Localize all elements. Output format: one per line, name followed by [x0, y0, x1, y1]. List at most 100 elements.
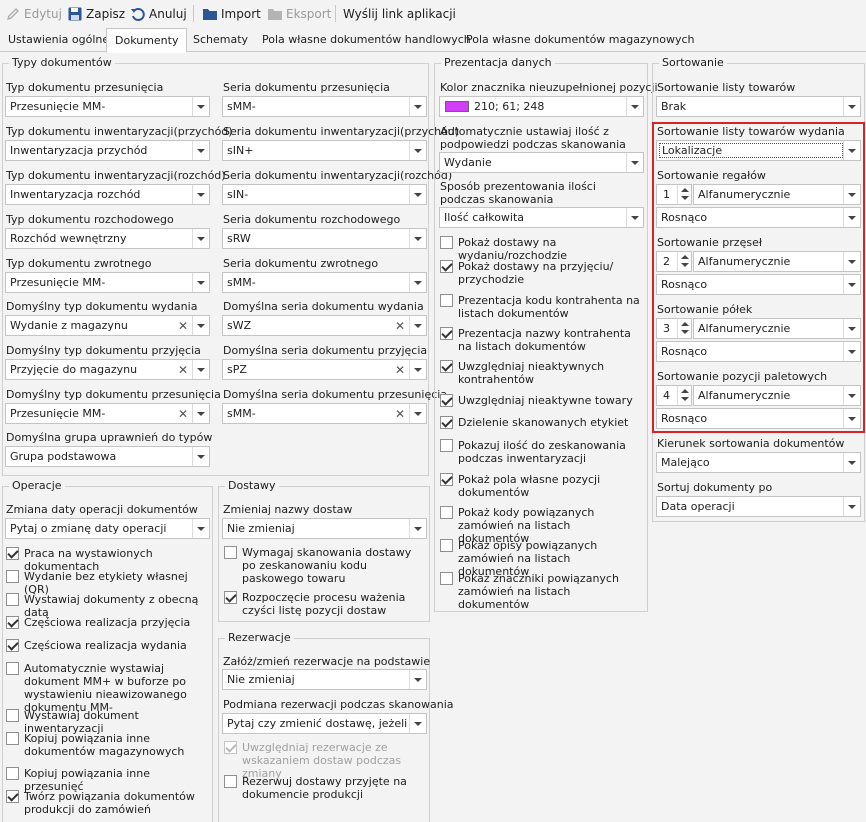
checkbox-checked[interactable] [224, 741, 237, 754]
chevron-down-icon[interactable] [843, 252, 860, 271]
tab-custom-fields-warehouse[interactable]: Pola własne dokumentów magazynowych [458, 30, 703, 52]
out-type-select[interactable]: Rozchód wewnętrzny [5, 228, 210, 249]
chevron-down-icon[interactable] [626, 208, 643, 227]
move-series-select[interactable]: sMM- [222, 96, 427, 117]
checkbox-option[interactable]: Częściowa realizacja przyjęcia [6, 616, 209, 629]
checkbox-unchecked[interactable] [6, 593, 19, 606]
chevron-down-icon[interactable] [626, 97, 643, 116]
chevron-down-icon[interactable] [409, 97, 426, 116]
tab-schemas[interactable]: Schematy [185, 30, 256, 52]
checkbox-unchecked[interactable] [440, 572, 453, 585]
ret-series-select[interactable]: sMM- [222, 272, 427, 293]
save-button[interactable]: Zapisz [67, 4, 125, 24]
checkbox-unchecked[interactable] [440, 506, 453, 519]
checkbox-option[interactable]: Kopiuj powiązania inne dokumentów magazy… [6, 732, 209, 758]
checkbox-option[interactable]: Pokaż dostawy na przyjęciu/ przychodzie [440, 260, 640, 286]
edit-button[interactable]: Edytuj [5, 4, 62, 24]
name-change-select[interactable]: Nie zmieniaj [222, 518, 427, 539]
chevron-down-icon[interactable] [843, 208, 860, 227]
doc-by-select[interactable]: Data operacji [656, 496, 861, 517]
checkbox-checked[interactable] [440, 327, 453, 340]
chevron-down-icon[interactable] [192, 97, 209, 116]
tab-general[interactable]: Ustawienia ogólne [0, 30, 117, 52]
chevron-down-icon[interactable] [409, 316, 426, 335]
inv-out-series-select[interactable]: sIN- [222, 184, 427, 205]
def-move-type-select[interactable]: Przesunięcie MM- ✕ [5, 403, 210, 424]
spin-arrows-icon[interactable] [677, 252, 691, 271]
inv-in-series-select[interactable]: sIN+ [222, 140, 427, 161]
clear-icon[interactable]: ✕ [176, 406, 190, 421]
chevron-down-icon[interactable] [192, 404, 209, 423]
out-series-select[interactable]: sRW [222, 228, 427, 249]
checkbox-option[interactable]: Automatycznie wystawiaj dokument MM+ w b… [6, 662, 209, 714]
items-sort-select[interactable]: Brak [656, 96, 861, 117]
chevron-down-icon[interactable] [843, 185, 860, 204]
checkbox-checked[interactable] [6, 790, 19, 803]
inv-in-type-select[interactable]: Inwentaryzacja przychód [5, 140, 210, 161]
chevron-down-icon[interactable] [409, 141, 426, 160]
chevron-down-icon[interactable] [409, 360, 426, 379]
inv-out-type-select[interactable]: Inwentaryzacja rozchód [5, 184, 210, 205]
checkbox-checked[interactable] [6, 547, 19, 560]
checkbox-checked[interactable] [224, 591, 237, 604]
def-issue-series-select[interactable]: sWZ ✕ [222, 315, 427, 336]
checkbox-unchecked[interactable] [6, 709, 19, 722]
chevron-down-icon[interactable] [843, 453, 860, 472]
aisles-order-stepper[interactable]: 2 [656, 251, 692, 272]
aisles-dir-select[interactable]: Rosnąco [656, 274, 861, 295]
tab-documents[interactable]: Dokumenty [106, 28, 188, 53]
shelves-dir-select[interactable]: Rosnąco [656, 341, 861, 362]
import-button[interactable]: Import [202, 4, 261, 24]
checkbox-unchecked[interactable] [6, 570, 19, 583]
checkbox-option[interactable]: Pokaż dostawy na wydaniu/rozchodzie [440, 236, 640, 262]
checkbox-option[interactable]: Uwzględniaj nieaktywnych kontrahentów [440, 360, 640, 386]
checkbox-option[interactable]: Prezentacja nazwy kontrahenta na listach… [440, 327, 640, 353]
chevron-down-icon[interactable] [843, 409, 860, 428]
chevron-down-icon[interactable] [192, 447, 209, 466]
spin-arrows-icon[interactable] [677, 386, 691, 405]
chevron-down-icon[interactable] [192, 273, 209, 292]
clear-icon[interactable]: ✕ [393, 406, 407, 421]
chevron-down-icon[interactable] [192, 185, 209, 204]
checkbox-option[interactable]: Pokaż znaczniki powiązanych zamówień na … [440, 572, 640, 611]
chevron-down-icon[interactable] [192, 229, 209, 248]
checkbox-option[interactable]: Twórz powiązania dokumentów produkcji do… [6, 790, 209, 816]
racks-order-stepper[interactable]: 1 [656, 184, 692, 205]
chevron-down-icon[interactable] [843, 386, 860, 405]
checkbox-checked[interactable] [440, 360, 453, 373]
shelves-mode-select[interactable]: Alfanumerycznie [693, 318, 861, 339]
chevron-down-icon[interactable] [843, 342, 860, 361]
aisles-mode-select[interactable]: Alfanumerycznie [693, 251, 861, 272]
date-change-select[interactable]: Pytaj o zmianę daty operacji [5, 518, 210, 539]
chevron-down-icon[interactable] [409, 229, 426, 248]
tab-custom-fields-trade[interactable]: Pola własne dokumentów handlowych [254, 30, 479, 52]
checkbox-option[interactable]: Uwzględniaj nieaktywne towary [440, 394, 640, 407]
shelves-order-stepper[interactable]: 3 [656, 318, 692, 339]
checkbox-option[interactable]: Dzielenie skanowanych etykiet [440, 416, 640, 429]
send-link-button[interactable]: Wyślij link aplikacji [343, 4, 456, 24]
spin-arrows-icon[interactable] [677, 185, 691, 204]
ret-type-select[interactable]: Przesunięcie MM- [5, 272, 210, 293]
checkbox-checked[interactable] [6, 639, 19, 652]
chevron-down-icon[interactable] [843, 319, 860, 338]
res-replace-select[interactable]: Pytaj czy zmienić dostawę, jeżeli ze... [222, 713, 427, 734]
chevron-down-icon[interactable] [192, 316, 209, 335]
chevron-down-icon[interactable] [843, 497, 860, 516]
chevron-down-icon[interactable] [409, 519, 426, 538]
checkbox-unchecked[interactable] [440, 294, 453, 307]
checkbox-option[interactable]: Częściowa realizacja wydania [6, 639, 209, 652]
qty-mode-select[interactable]: Ilość całkowita [439, 207, 644, 228]
def-issue-type-select[interactable]: Wydanie z magazynu ✕ [5, 315, 210, 336]
checkbox-option[interactable]: Pokaż pola własne pozycji dokumentów [440, 473, 640, 499]
clear-icon[interactable]: ✕ [393, 362, 407, 377]
issue-items-sort-select[interactable]: Lokalizacje [656, 140, 861, 161]
chevron-down-icon[interactable] [192, 141, 209, 160]
checkbox-option[interactable]: Wymagaj skanowania dostawy po zeskanowan… [224, 546, 424, 585]
chevron-down-icon[interactable] [409, 670, 426, 689]
chevron-down-icon[interactable] [843, 141, 860, 160]
marker-color-select[interactable]: 210; 61; 248 [439, 96, 644, 117]
chevron-down-icon[interactable] [192, 519, 209, 538]
def-recv-type-select[interactable]: Przyjęcie do magazynu ✕ [5, 359, 210, 380]
checkbox-unchecked[interactable] [224, 775, 237, 788]
checkbox-unchecked[interactable] [440, 236, 453, 249]
